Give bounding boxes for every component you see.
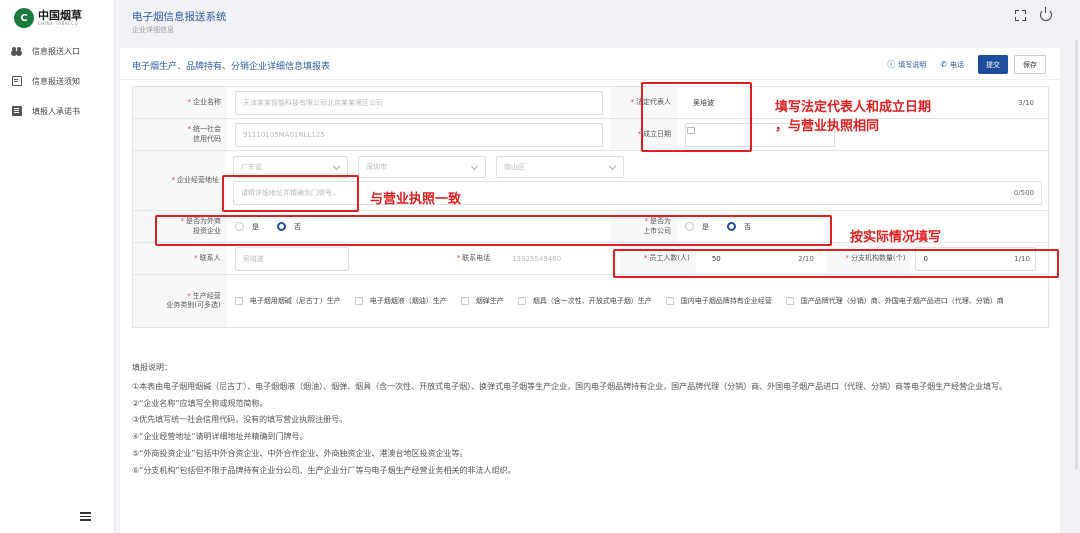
company-name-input[interactable]: 天津某某智能科技有限公司北京某某限区公司 [235, 90, 603, 115]
instructions-title: 填报说明： [132, 363, 172, 372]
legal-rep-counter: 3/10 [1018, 99, 1034, 107]
business-option-brand-holder[interactable]: 国内电子烟品牌持有企业经营 [665, 296, 772, 306]
sidebar-item-report-notice[interactable]: 信息报送须知 [0, 66, 114, 96]
instruction-item: ⑥“分支机构”包括但不限于品牌持有企业分公司、生产企业分厂等与电子烟生产经营业务… [132, 465, 516, 475]
form-instructions: 填报说明： ①本表由电子烟用烟碱（尼古丁）、电子烟烟液（烟油）、烟弹、烟具（含一… [132, 362, 1052, 482]
form-title: 电子烟生产、品牌持有、分销企业详细信息填报表 [132, 62, 331, 72]
logo-text-en: CHINA TOBACCO [38, 21, 79, 26]
business-option-device[interactable]: 烟具（含一次性、开放式电子烟）生产 [517, 296, 652, 306]
city-select[interactable]: 深圳市 [358, 155, 486, 178]
instruction-item: ⑤“外商投资企业”包括中外合资企业、中外合作企业、外商独资企业、港澳台地区投资企… [132, 448, 468, 458]
business-option-cartridge[interactable]: 烟弹生产 [460, 296, 504, 306]
staff-count-label: * 员工人数(人) [620, 243, 696, 274]
instruction-item: ②“企业名称”应填写全称或规范简称。 [132, 398, 268, 408]
foreign-no-radio[interactable]: 否 [277, 222, 301, 232]
help-link[interactable]: ⓘ 填写说明 [887, 59, 926, 70]
legal-rep-label: * 法定代表人 [611, 87, 677, 118]
system-title: 电子烟信息报送系统 [132, 11, 227, 23]
page-scrollbar[interactable] [1075, 40, 1078, 470]
breadcrumb: 企业详细信息 [132, 26, 174, 34]
listed-no-radio[interactable]: 否 [727, 222, 751, 232]
staff-counter: 2/10 [798, 255, 814, 263]
address-counter: 0/500 [1013, 189, 1034, 197]
foreign-yes-radio[interactable]: 是 [235, 222, 259, 232]
instruction-item: ③优先填写统一社会信用代码，没有的填写营业执照注册号。 [132, 415, 348, 425]
sidebar-item-label: 信息报送入口 [32, 46, 80, 56]
sidebar-item-label: 信息报送须知 [32, 76, 80, 86]
phone-icon: ✆ [940, 60, 947, 69]
business-option-distributor[interactable]: 国产品牌代理（分销）商、外国电子烟产品进口（代理、分销）商 [785, 296, 1004, 306]
phone-input[interactable]: 13925549460 [504, 246, 613, 271]
province-select[interactable]: 广东省 [233, 155, 348, 178]
sidebar-item-report-entry[interactable]: 信息报送入口 [0, 36, 114, 66]
business-option-nicotine[interactable]: 电子烟用烟碱（尼古丁）生产 [234, 296, 341, 306]
brand-logo: C 中国烟草 CHINA TOBACCO [0, 0, 114, 36]
calendar-icon [687, 127, 695, 134]
fullscreen-icon[interactable] [1015, 10, 1026, 21]
instruction-item: ①本表由电子烟用烟碱（尼古丁）、电子烟烟液（烟油）、烟弹、烟具（含一次性、开放式… [132, 381, 1008, 391]
form-table: * 企业名称 天津某某智能科技有限公司北京某某限区公司 * 法定代表人 吴培波 3/… [132, 86, 1049, 328]
info-circle-icon: ⓘ [887, 60, 896, 69]
top-header: 电子烟信息报送系统 企业详细信息 [115, 0, 1080, 43]
book-icon [12, 106, 22, 116]
business-option-eliquid[interactable]: 电子烟烟液（烟油）生产 [354, 296, 447, 306]
business-type-label: * 生产经营 业务类别(可多选) [133, 275, 227, 327]
china-tobacco-logo-icon: C [14, 8, 34, 28]
annotation-actual: 按实际情况填写 [850, 230, 942, 245]
branch-counter: 1/10 [1014, 255, 1030, 263]
annotation-legal-1: 填写法定代表人和成立日期 [775, 100, 932, 115]
branch-count-label: * 分支机构数量(个) [825, 243, 912, 274]
credit-code-label: * 统一社会 信用代码 [133, 119, 227, 150]
company-name-label: * 企业名称 [133, 87, 227, 118]
sidebar: C 中国烟草 CHINA TOBACCO 信息报送入口 信息报送须知 填报人承诺… [0, 0, 115, 533]
address-detail-input[interactable]: 请精详细地址并精确到门牌号。 [233, 181, 1042, 206]
instruction-item: ④“企业经营地址”请明详细地址并精确到门牌号。 [132, 432, 308, 442]
phone-label: * 联系电话 [356, 243, 497, 274]
people-icon [12, 46, 22, 56]
foreign-invest-label: * 是否为外商 投资企业 [133, 211, 227, 242]
listed-label: * 是否为 上市公司 [611, 211, 677, 242]
district-select[interactable]: 南山区 [496, 155, 624, 178]
address-label: * 企业经营地址 [133, 151, 225, 210]
logout-power-icon[interactable] [1040, 7, 1052, 21]
listed-yes-radio[interactable]: 是 [685, 222, 709, 232]
contact-input[interactable]: 吴培波 [234, 246, 349, 271]
annotation-address: 与营业执照一致 [370, 192, 462, 207]
contact-label: * 联系人 [133, 243, 227, 274]
sidebar-item-commitment[interactable]: 填报人承诺书 [0, 96, 114, 126]
logo-text-cn: 中国烟草 [38, 9, 82, 22]
submit-button[interactable]: 提交 [978, 55, 1008, 74]
document-icon [12, 76, 22, 86]
menu-collapse-icon[interactable] [80, 512, 91, 521]
found-date-label: * 成立日期 [611, 119, 677, 150]
sidebar-item-label: 填报人承诺书 [32, 106, 80, 116]
credit-code-input[interactable]: 91110105MA01NLL125 [235, 122, 603, 147]
phone-link[interactable]: ✆ 电话 [940, 60, 964, 70]
save-button[interactable]: 保存 [1014, 55, 1046, 74]
annotation-legal-2: ，与营业执照相同 [775, 119, 880, 134]
